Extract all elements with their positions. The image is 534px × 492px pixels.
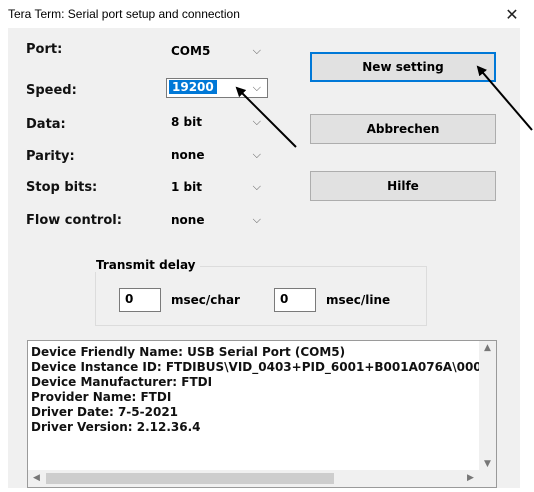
speed-select[interactable]: 19200 ⌵ [166, 78, 268, 98]
msec-char-unit: msec/char [171, 293, 240, 307]
provider-name: Provider Name: FTDI [31, 390, 172, 404]
scroll-left-icon[interactable]: ◀ [28, 473, 45, 483]
stop-bits-label: Stop bits: [26, 180, 98, 195]
dialog-client-area: Port: Speed: Data: Parity: Stop bits: Fl… [8, 28, 520, 488]
driver-date: Driver Date: 7-5-2021 [31, 405, 179, 419]
speed-label: Speed: [26, 83, 77, 98]
speed-value: 19200 [169, 80, 217, 94]
data-label: Data: [26, 117, 66, 132]
chevron-down-icon: ⌵ [252, 81, 261, 94]
chevron-down-icon: ⌵ [252, 213, 261, 226]
device-manufacturer: Device Manufacturer: FTDI [31, 375, 213, 389]
msec-char-input[interactable]: 0 [119, 288, 161, 312]
vertical-scrollbar[interactable]: ▲ ▼ [479, 341, 496, 471]
driver-version: Driver Version: 2.12.36.4 [31, 420, 201, 434]
new-setting-button[interactable]: New setting [310, 52, 496, 82]
msec-line-input[interactable]: 0 [274, 288, 316, 312]
help-button[interactable]: Hilfe [310, 171, 496, 201]
stop-bits-value: 1 bit [171, 180, 202, 194]
parity-select[interactable]: none ⌵ [166, 145, 268, 165]
transmit-delay-group: Transmit delay 0 msec/char 0 msec/line [92, 258, 427, 326]
flow-control-label: Flow control: [26, 213, 122, 228]
chevron-down-icon: ⌵ [252, 180, 261, 193]
data-value: 8 bit [171, 115, 202, 129]
scroll-up-icon[interactable]: ▲ [479, 343, 496, 353]
port-select[interactable]: COM5 ⌵ [166, 41, 268, 61]
stop-bits-select[interactable]: 1 bit ⌵ [166, 177, 268, 197]
parity-value: none [171, 148, 205, 162]
chevron-down-icon: ⌵ [252, 44, 261, 57]
window-title: Tera Term: Serial port setup and connect… [8, 7, 240, 21]
transmit-delay-title: Transmit delay [92, 258, 200, 272]
flow-control-value: none [171, 213, 205, 227]
horizontal-scrollbar[interactable]: ◀ ▶ [28, 470, 479, 487]
device-instance-id: Device Instance ID: FTDIBUS\VID_0403+PID… [31, 360, 490, 374]
device-friendly-name: Device Friendly Name: USB Serial Port (C… [31, 345, 346, 359]
port-label: Port: [26, 42, 63, 57]
scrollbar-corner [479, 470, 496, 487]
scroll-down-icon[interactable]: ▼ [479, 459, 496, 469]
flow-control-select[interactable]: none ⌵ [166, 210, 268, 230]
chevron-down-icon: ⌵ [252, 148, 261, 161]
horizontal-scroll-thumb[interactable] [46, 473, 334, 484]
title-bar: Tera Term: Serial port setup and connect… [0, 0, 534, 28]
data-select[interactable]: 8 bit ⌵ [166, 112, 268, 132]
close-button[interactable]: ✕ [490, 0, 534, 28]
cancel-button[interactable]: Abbrechen [310, 114, 496, 144]
msec-line-unit: msec/line [326, 293, 391, 307]
device-info-box[interactable]: Device Friendly Name: USB Serial Port (C… [27, 340, 497, 488]
scroll-right-icon[interactable]: ▶ [462, 473, 479, 483]
close-icon: ✕ [505, 4, 519, 24]
parity-label: Parity: [26, 149, 75, 164]
chevron-down-icon: ⌵ [252, 115, 261, 128]
port-value: COM5 [171, 44, 211, 58]
